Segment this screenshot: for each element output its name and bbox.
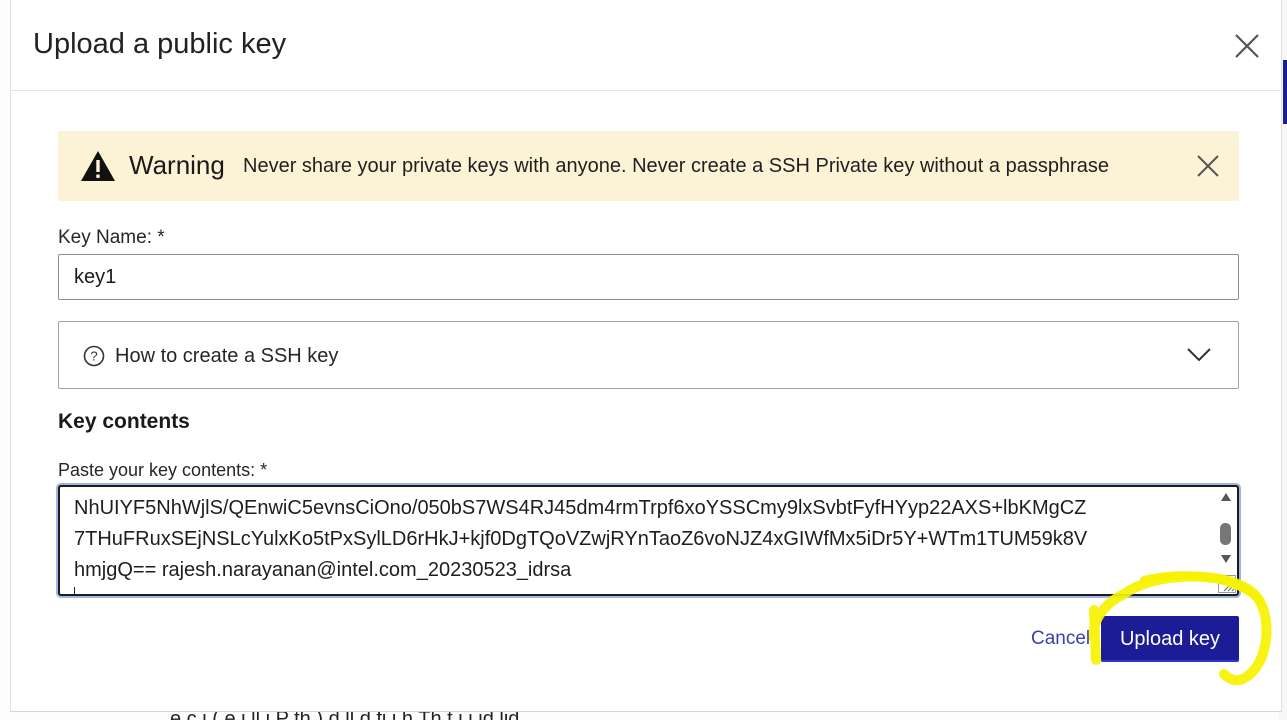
textarea-scrollbar[interactable] <box>1217 489 1235 574</box>
warning-alert: Warning Never share your private keys wi… <box>58 131 1239 201</box>
key-line-3: hmjgQ== rajesh.narayanan@intel.com_20230… <box>74 559 572 581</box>
svg-text:?: ? <box>90 349 97 364</box>
key-contents-heading: Key contents <box>58 410 190 433</box>
scrollbar-thumb[interactable] <box>1220 523 1231 545</box>
screen: e c i ( e i ll i P th ) d ll d fi i h Th… <box>0 0 1287 720</box>
warning-message: Never share your private keys with anyon… <box>243 155 1109 177</box>
cancel-button[interactable]: Cancel <box>1031 628 1090 650</box>
scroll-up-arrow-icon[interactable] <box>1221 493 1231 501</box>
question-circle-icon: ? <box>83 345 105 367</box>
accordion-label: How to create a SSH key <box>115 345 339 367</box>
key-contents-textarea[interactable]: NhUIYF5NhWjlS/QEnwiC5evnsCiOno/050bS7WS4… <box>58 485 1239 596</box>
upload-key-button[interactable]: Upload key <box>1101 616 1239 662</box>
scroll-down-arrow-icon[interactable] <box>1221 555 1231 563</box>
key-line-1: NhUIYF5NhWjlS/QEnwiC5evnsCiOno/050bS7WS4… <box>74 497 1087 519</box>
dialog-title: Upload a public key <box>33 28 287 60</box>
key-line-2: 7THuFRuxSEjNSLcYulxKo5tPxSylLD6rHkJ+kjf0… <box>74 528 1088 550</box>
upload-public-key-dialog: Upload a public key Warning Never share … <box>10 0 1282 712</box>
key-name-input[interactable] <box>58 254 1239 300</box>
resize-grip-icon[interactable] <box>1218 575 1236 593</box>
key-contents-label: Paste your key contents: * <box>58 460 268 480</box>
dialog-header: Upload a public key <box>11 0 1281 91</box>
key-contents-text: NhUIYF5NhWjlS/QEnwiC5evnsCiOno/050bS7WS4… <box>74 493 1201 586</box>
warning-title: Warning <box>129 150 225 180</box>
close-icon <box>1197 155 1219 177</box>
how-to-create-ssh-key-accordion[interactable]: ? How to create a SSH key <box>58 321 1239 389</box>
text-caret <box>74 587 75 594</box>
chevron-down-icon <box>1187 348 1211 362</box>
close-icon <box>1235 34 1259 58</box>
close-button[interactable] <box>1231 30 1263 62</box>
dismiss-warning-button[interactable] <box>1195 153 1221 179</box>
key-name-label: Key Name: * <box>58 227 165 248</box>
warning-triangle-icon <box>81 151 115 181</box>
background-accent-bar <box>1283 60 1287 124</box>
